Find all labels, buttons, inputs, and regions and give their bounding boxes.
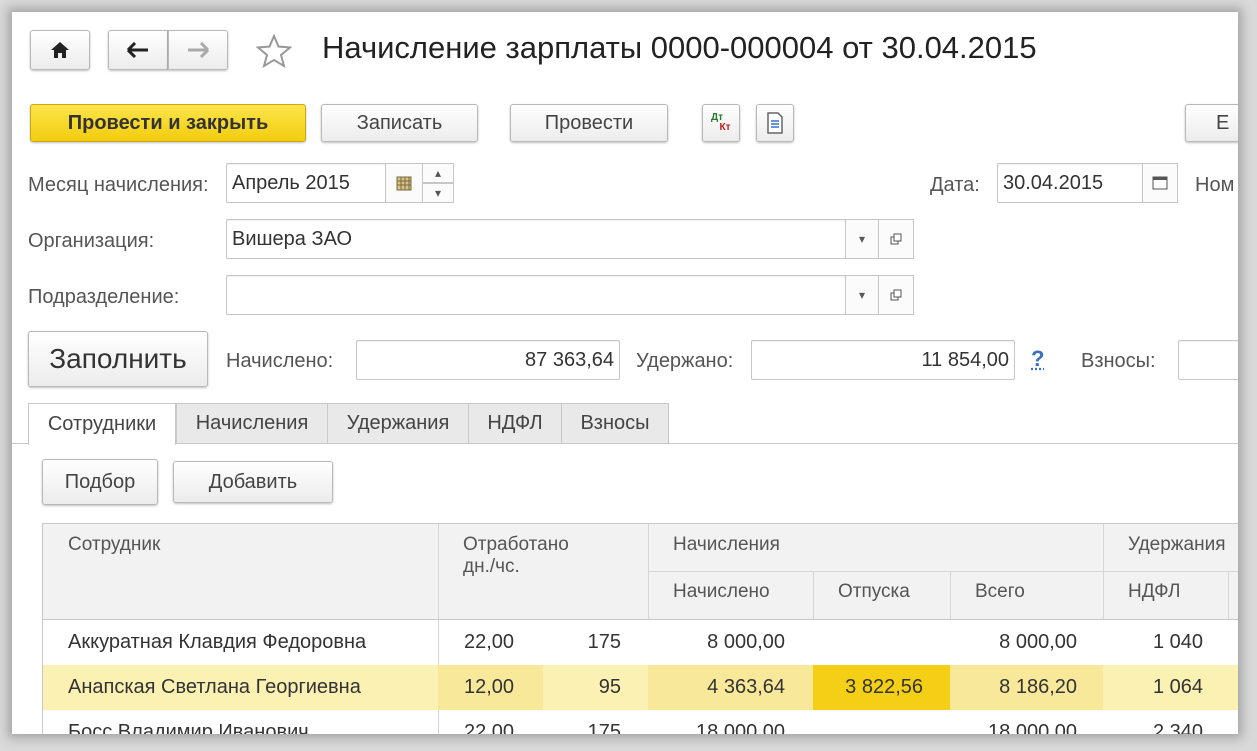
- arrow-left-icon: [127, 42, 148, 58]
- organization-open-button[interactable]: [878, 219, 914, 259]
- cell-total: 8 186,20: [999, 676, 1077, 698]
- department-field[interactable]: [226, 275, 846, 315]
- add-button[interactable]: Добавить: [173, 461, 333, 503]
- cell-employee: Аккуратная Клавдия Федоровна: [68, 631, 367, 653]
- document-icon: [767, 112, 783, 134]
- page-title: Начисление зарплаты 0000-000004 от 30.04…: [322, 30, 1037, 65]
- header-next: [1228, 571, 1238, 619]
- document-window: Начисление зарплаты 0000-000004 от 30.04…: [12, 12, 1238, 734]
- date-picker-button[interactable]: [1142, 163, 1178, 203]
- grid-line: [438, 620, 439, 665]
- header-vacation[interactable]: Отпуска: [813, 571, 950, 619]
- chevron-down-icon: ▾: [858, 232, 866, 246]
- tab-accruals[interactable]: Начисления: [176, 403, 328, 443]
- department-dropdown-button[interactable]: ▾: [845, 275, 879, 315]
- open-icon: [890, 233, 902, 245]
- cell-accrued: 4 363,64: [707, 676, 785, 698]
- home-icon: [51, 42, 69, 58]
- organization-label: Организация:: [28, 230, 155, 252]
- cell-ndfl: 1 040: [1152, 631, 1203, 653]
- month-up-button[interactable]: ▴: [422, 163, 454, 183]
- tab-employees[interactable]: Сотрудники: [28, 403, 176, 445]
- organization-dropdown-button[interactable]: ▾: [845, 219, 879, 259]
- cell-days: 22,00: [464, 631, 515, 653]
- calendar-icon: [1152, 176, 1168, 190]
- header-worked-label: Отработано: [463, 534, 569, 555]
- tab-withholdings[interactable]: Удержания: [327, 403, 469, 443]
- table-row[interactable]: Аккуратная Клавдия Федоровна 22,00 175 8…: [43, 620, 1238, 665]
- header-total[interactable]: Всего: [950, 571, 1103, 619]
- post-button[interactable]: Провести: [510, 104, 668, 142]
- header-employee[interactable]: Сотрудник: [43, 524, 438, 619]
- withheld-label: Удержано:: [636, 350, 734, 372]
- save-button[interactable]: Записать: [321, 104, 478, 142]
- date-field[interactable]: 30.04.2015: [997, 163, 1143, 203]
- grid-line: [648, 571, 1238, 572]
- cell-total: 8 000,00: [999, 631, 1077, 653]
- accrued-total-field: 87 363,64: [356, 340, 620, 380]
- cell-ndfl: 2 340: [1152, 721, 1203, 734]
- date-label: Дата:: [930, 174, 980, 196]
- cell-days: 22,00: [464, 721, 515, 734]
- arrow-right-icon: [188, 42, 209, 58]
- home-button[interactable]: [30, 30, 90, 70]
- dt-kt-button[interactable]: Дт Кт: [702, 104, 740, 142]
- header-withholdings-group: Удержания: [1103, 524, 1238, 571]
- grid-line: [950, 571, 951, 619]
- organization-field[interactable]: Вишера ЗАО: [226, 219, 846, 259]
- grid-line: [1228, 571, 1229, 619]
- department-open-button[interactable]: [878, 275, 914, 315]
- open-icon: [890, 289, 902, 301]
- kt-label: Кт: [719, 122, 731, 133]
- withheld-total-field: 11 854,00: [751, 340, 1015, 380]
- cell-employee: Анапская Светлана Георгиевна: [68, 676, 361, 698]
- tab-divider: [12, 443, 1238, 444]
- post-and-close-button[interactable]: Провести и закрыть: [30, 104, 306, 142]
- header-accruals-group: Начисления: [648, 524, 1103, 571]
- header-ndfl[interactable]: НДФЛ: [1103, 571, 1228, 619]
- cell-vacation[interactable]: 3 822,56: [818, 676, 923, 699]
- grid-line: [438, 710, 439, 734]
- header-worked[interactable]: Отработано дн./чс.: [438, 524, 648, 619]
- number-label: Ном: [1195, 174, 1235, 196]
- cell-days: 12,00: [464, 676, 515, 698]
- cell-ndfl: 1 064: [1152, 676, 1203, 698]
- forward-button[interactable]: [168, 30, 228, 70]
- contributions-total-field: [1178, 340, 1238, 380]
- month-field[interactable]: Апрель 2015: [226, 163, 386, 203]
- caret-down-icon: ▾: [434, 186, 442, 200]
- fill-button[interactable]: Заполнить: [28, 331, 208, 387]
- contributions-label: Взносы:: [1081, 350, 1156, 372]
- cell-accrued: 18 000,00: [696, 721, 785, 734]
- calendar-button[interactable]: [385, 163, 423, 203]
- cell-hours: 175: [587, 721, 621, 734]
- month-down-button[interactable]: ▾: [422, 183, 454, 203]
- cell-employee: Босс Владимир Иванович: [68, 721, 309, 734]
- employees-table: Сотрудник Отработано дн./чс. Начисления …: [42, 523, 1238, 734]
- department-label: Подразделение:: [28, 286, 180, 308]
- cell-accrued: 8 000,00: [707, 631, 785, 653]
- grid-line: [438, 524, 439, 619]
- cell-hours: 175: [587, 631, 621, 653]
- month-label: Месяц начисления:: [28, 174, 209, 196]
- select-button[interactable]: Подбор: [42, 459, 158, 505]
- favorite-star-icon[interactable]: [255, 33, 293, 73]
- caret-up-icon: ▴: [434, 166, 442, 180]
- back-button[interactable]: [108, 30, 168, 70]
- table-row[interactable]: Босс Владимир Иванович 22,00 175 18 000,…: [43, 710, 1238, 734]
- tab-contributions[interactable]: Взносы: [561, 403, 669, 443]
- header-accrued[interactable]: Начислено: [648, 571, 813, 619]
- tab-ndfl[interactable]: НДФЛ: [468, 403, 562, 443]
- cell-total: 18 000,00: [988, 721, 1077, 734]
- grid-line: [813, 571, 814, 619]
- chevron-down-icon: ▾: [858, 288, 866, 302]
- accrued-label: Начислено:: [226, 350, 334, 372]
- table-row-selected[interactable]: Анапская Светлана Георгиевна 12,00 95 4 …: [43, 665, 1238, 710]
- more-button[interactable]: Е: [1185, 104, 1238, 142]
- cell-hours: 95: [598, 676, 621, 698]
- header-worked-sub: дн./чс.: [463, 556, 520, 577]
- calendar-icon: [396, 176, 412, 191]
- report-button[interactable]: [756, 104, 794, 142]
- help-link[interactable]: ?: [1031, 346, 1044, 372]
